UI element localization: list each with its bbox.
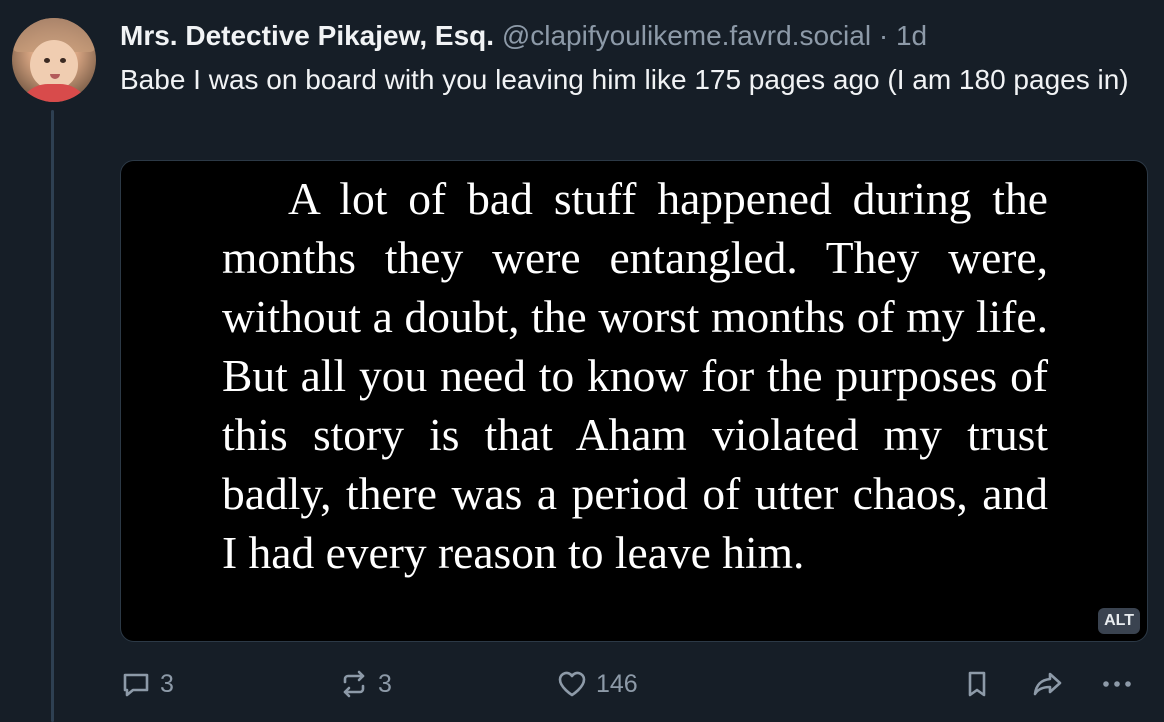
- author-handle[interactable]: @clapifyoulikeme.favrd.social: [502, 20, 871, 51]
- more-options-button[interactable]: [1100, 668, 1134, 700]
- reply-button[interactable]: 3: [120, 668, 174, 700]
- thread-line: [51, 110, 54, 722]
- avatar[interactable]: [12, 18, 96, 102]
- like-button[interactable]: 146: [556, 668, 638, 700]
- repost-button[interactable]: 3: [338, 668, 392, 700]
- share-button[interactable]: [1030, 668, 1064, 700]
- share-arrow-icon: [1033, 672, 1062, 696]
- bookmark-icon: [968, 671, 986, 697]
- image-quote-text: A lot of bad stuff happened during the m…: [222, 169, 1048, 582]
- image-embed[interactable]: A lot of bad stuff happened during the m…: [120, 160, 1148, 642]
- like-count: 146: [596, 669, 638, 698]
- post-text: Babe I was on board with you leaving him…: [120, 64, 1129, 95]
- reply-count: 3: [160, 669, 174, 698]
- separator-dot: ·: [878, 20, 889, 51]
- bookmark-button[interactable]: [961, 668, 993, 700]
- author-name[interactable]: Mrs. Detective Pikajew, Esq.: [120, 20, 494, 51]
- post-actions: 3 3 146: [0, 660, 1164, 708]
- post-timestamp[interactable]: 1d: [896, 20, 927, 51]
- heart-icon: [558, 671, 586, 697]
- ellipsis-icon: [1103, 681, 1131, 687]
- speech-bubble-icon: [123, 673, 149, 697]
- alt-badge[interactable]: ALT: [1098, 608, 1140, 634]
- quote-text-content: A lot of bad stuff happened during the m…: [222, 173, 1048, 578]
- post-header: Mrs. Detective Pikajew, Esq. @clapifyoul…: [120, 18, 927, 54]
- repost-count: 3: [378, 669, 392, 698]
- repost-arrows-icon: [343, 670, 365, 698]
